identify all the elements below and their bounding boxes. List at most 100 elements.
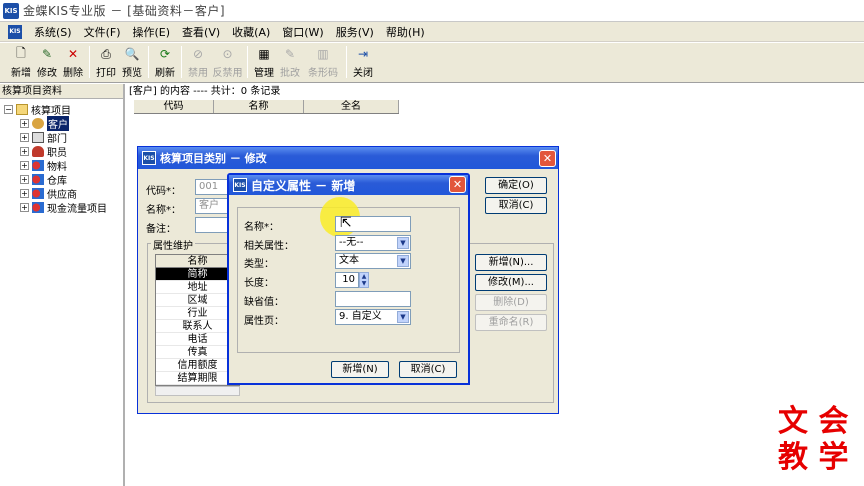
menu-service[interactable]: 服务(V) <box>330 24 380 40</box>
preview-icon: 🔍 <box>124 47 140 61</box>
close-button[interactable]: ⇥ 关闭 <box>350 44 376 82</box>
modify-property-button[interactable]: 修改(M)... <box>475 274 547 291</box>
tree-item-customer[interactable]: + 客户 <box>20 116 69 131</box>
employee-icon <box>32 146 44 157</box>
refresh-icon: ⟳ <box>159 47 171 61</box>
delete-button[interactable]: ✕ 删除 <box>60 44 86 82</box>
add-property-button[interactable]: 新增(N)... <box>475 254 547 271</box>
dropdown-arrow-icon[interactable]: ▼ <box>397 255 409 267</box>
custom-add-button[interactable]: 新增(N) <box>331 361 389 378</box>
note-field[interactable] <box>195 217 230 233</box>
window-title: 金蝶KIS专业版 － [基础资料－客户] <box>23 4 226 18</box>
tree-root[interactable]: − 核算项目 <box>4 103 71 117</box>
mouse-cursor-icon: ⇱ <box>340 215 352 231</box>
default-value-field[interactable] <box>335 291 411 307</box>
custom-dialog-titlebar: KIS 自定义属性 － 新增 <box>229 175 468 195</box>
tree-item-warehouse[interactable]: + 仓库 <box>20 173 67 187</box>
length-stepper[interactable]: ▲ ▼ <box>359 272 369 288</box>
batch-change-button[interactable]: ✎ 批改 <box>277 44 303 82</box>
batch-edit-icon: ✎ <box>284 47 296 61</box>
dropdown-arrow-icon[interactable]: ▼ <box>397 311 409 323</box>
new-document-icon: 🗋 <box>16 45 26 60</box>
menu-operation[interactable]: 操作(E) <box>127 24 177 40</box>
column-header-code[interactable]: 代码 <box>134 100 214 113</box>
folder-icon <box>16 104 28 115</box>
custom-dialog-close-icon[interactable]: ✕ <box>449 176 466 193</box>
default-value-label: 缺省值： <box>244 297 284 308</box>
undisable-icon: ⊙ <box>222 47 233 61</box>
kis-dialog-icon: KIS <box>142 151 156 165</box>
related-property-select[interactable]: --无-- ▼ <box>335 235 411 251</box>
toolbar-separator <box>346 46 347 78</box>
undisable-button[interactable]: ⊙ 反禁用 <box>211 44 244 82</box>
ok-button[interactable]: 确定(O) <box>485 177 547 194</box>
delete-icon: ✕ <box>67 47 79 61</box>
custom-cancel-button[interactable]: 取消(C) <box>399 361 457 378</box>
customer-icon <box>32 118 44 129</box>
tree-item-employee[interactable]: + 职员 <box>20 145 67 159</box>
content-header: [客户] 的内容 ---- 共计：0 条记录 <box>129 86 281 97</box>
category-dialog-titlebar: KIS 核算项目类别 － 修改 <box>138 147 558 169</box>
expand-icon[interactable]: + <box>20 189 29 198</box>
menu-bar: KIS 系统(S) 文件(F) 操作(E) 查看(V) 收藏(A) 窗口(W) … <box>0 22 864 42</box>
column-header-fullname[interactable]: 全名 <box>304 100 399 113</box>
type-select[interactable]: 文本 ▼ <box>335 253 411 269</box>
expand-icon[interactable]: + <box>20 175 29 184</box>
barcode-button[interactable]: ▥ 条形码 <box>303 44 343 82</box>
expand-icon[interactable]: + <box>20 133 29 142</box>
toolbar-separator <box>89 46 90 78</box>
rename-property-button[interactable]: 重命名(R) <box>475 314 547 331</box>
menu-file[interactable]: 文件(F) <box>78 24 127 40</box>
menu-view[interactable]: 查看(V) <box>176 24 226 40</box>
warehouse-icon <box>32 174 44 185</box>
tree-item-material[interactable]: + 物料 <box>20 159 67 173</box>
delete-property-button[interactable]: 删除(D) <box>475 294 547 311</box>
expand-icon[interactable]: + <box>20 119 29 128</box>
disable-button[interactable]: ⊘ 禁用 <box>185 44 211 82</box>
related-property-label: 相关属性： <box>244 241 294 252</box>
category-dialog-close-icon[interactable]: ✕ <box>539 150 556 167</box>
code-label: 代码*： <box>146 186 181 197</box>
print-button[interactable]: ⎙ 打印 <box>93 44 119 82</box>
property-page-select[interactable]: 9. 自定义 ▼ <box>335 309 411 325</box>
grid-header: 代码 名称 全名 <box>134 100 399 114</box>
manage-button[interactable]: ▦ 管理 <box>251 44 277 82</box>
item-tree-pane: 核算项目资料 − 核算项目 + 客户 + 部门 + 职员 + 物料 + 仓库 +… <box>0 84 125 486</box>
note-label: 备注： <box>146 224 176 235</box>
manage-icon: ▦ <box>258 47 270 61</box>
expand-icon[interactable]: + <box>20 147 29 156</box>
property-group-title: 属性维护 <box>151 237 195 252</box>
menu-system[interactable]: 系统(S) <box>28 24 78 40</box>
collapse-icon[interactable]: − <box>4 105 13 114</box>
horizontal-scrollbar[interactable] <box>155 386 240 396</box>
expand-icon[interactable]: + <box>20 161 29 170</box>
barcode-icon: ▥ <box>317 47 329 61</box>
menu-help[interactable]: 帮助(H) <box>380 24 431 40</box>
dropdown-arrow-icon[interactable]: ▼ <box>397 237 409 249</box>
new-button[interactable]: 🗋 新增 <box>8 44 34 82</box>
refresh-button[interactable]: ⟳ 刷新 <box>152 44 178 82</box>
kis-menu-icon[interactable]: KIS <box>8 24 22 39</box>
expand-icon[interactable]: + <box>20 203 29 212</box>
preview-button[interactable]: 🔍 预览 <box>119 44 145 82</box>
cancel-button[interactable]: 取消(C) <box>485 197 547 214</box>
tree-item-department[interactable]: + 部门 <box>20 131 67 145</box>
length-field[interactable]: 10 <box>335 272 359 288</box>
toolbar-separator <box>247 46 248 78</box>
menu-window[interactable]: 窗口(W) <box>276 24 329 40</box>
menu-favorites[interactable]: 收藏(A) <box>226 24 276 40</box>
edit-icon: ✎ <box>41 47 53 61</box>
toolbar: 🗋 新增 ✎ 修改 ✕ 删除 ⎙ 打印 🔍 预览 ⟳ 刷新 ⊘ 禁用 ⊙ 反禁用 ▦ 管理 ✎ 批改… <box>0 43 864 83</box>
column-header-name[interactable]: 名称 <box>214 100 304 113</box>
name-label: 名称*： <box>146 205 181 216</box>
tree-item-cashflow[interactable]: + 现金流量项目 <box>20 201 107 215</box>
custom-name-label: 名称*： <box>244 222 279 233</box>
tree-item-supplier[interactable]: + 供应商 <box>20 187 77 201</box>
name-field[interactable]: 客户 <box>195 198 230 214</box>
tree-pane-header: 核算项目资料 <box>0 84 123 99</box>
exit-icon: ⇥ <box>357 47 369 61</box>
kis-dialog-icon: KIS <box>233 178 247 192</box>
material-icon <box>32 160 44 171</box>
modify-button[interactable]: ✎ 修改 <box>34 44 60 82</box>
code-field[interactable]: 001 <box>195 179 230 195</box>
